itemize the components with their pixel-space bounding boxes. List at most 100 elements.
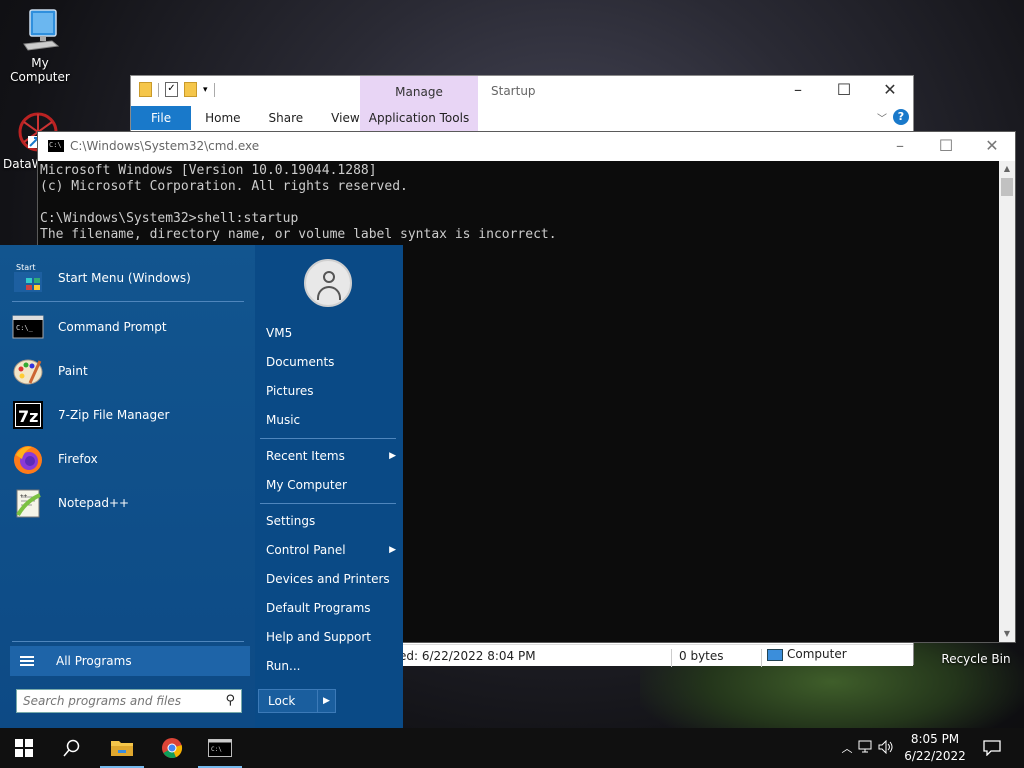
program-start-menu-windows[interactable]: Start Start Menu (Windows) [12,258,244,298]
quick-access-toolbar: ✓ ▾ [139,82,215,97]
paint-icon [13,359,43,385]
notification-icon [983,740,1001,756]
divider [761,649,762,667]
system-tray: ︿ [838,728,896,768]
menu-item-label: Recent Items [266,449,345,463]
search-input[interactable] [17,690,207,712]
network-icon[interactable] [856,740,876,757]
menu-item-control-panel[interactable]: Control Panel ▶ [266,543,396,557]
program-label: Notepad++ [58,496,130,510]
desktop-icon-recycle-bin[interactable]: Recycle Bin [938,652,1014,666]
desktop-icon-my-computer[interactable]: My Computer [0,8,80,84]
menu-item-help-support[interactable]: Help and Support [266,630,396,644]
divider [158,82,159,97]
firefox-icon [14,446,42,474]
program-label: 7-Zip File Manager [58,408,170,422]
search-icon [63,739,80,757]
windows-logo-icon [15,739,33,757]
action-center-button[interactable] [968,728,1016,768]
minimize-icon[interactable]: – [877,132,923,162]
menu-item-run[interactable]: Run... [266,659,396,673]
taskbar-search-button[interactable] [48,728,96,768]
taskbar-clock[interactable]: 8:05 PM 6/22/2022 [904,731,966,765]
search-icon[interactable]: ⚲ [225,693,235,708]
chevron-right-icon: ▶ [389,545,396,555]
command-prompt-icon: C:\ [48,140,64,152]
explorer-title-bar[interactable]: ✓ ▾ Manage Startup – ☐ ✕ [131,76,913,131]
svg-text:7z: 7z [18,407,38,426]
desktop-icon-label: Recycle Bin [941,652,1011,666]
program-7zip[interactable]: 7z 7-Zip File Manager [12,395,244,435]
taskbar-file-explorer[interactable] [98,728,146,768]
chevron-down-icon[interactable]: ﹀ [877,110,887,125]
scroll-up-icon[interactable]: ▲ [999,161,1015,177]
cmd-line: The filename, directory name, or volume … [40,227,557,242]
file-explorer-icon [111,741,133,756]
notepadpp-icon: ++ [16,489,41,518]
menu-item-pictures[interactable]: Pictures [266,384,396,398]
start-menu-places-pane: VM5 Documents Pictures Music Recent Item… [255,245,403,728]
chevron-up-icon[interactable]: ︿ [838,740,856,756]
program-firefox[interactable]: Firefox [12,439,244,479]
minimize-icon[interactable]: – [775,76,821,106]
start-menu-icon: Start [14,263,42,292]
cmd-title: C:\Windows\System32\cmd.exe [70,139,260,153]
close-icon[interactable]: ✕ [969,132,1015,162]
properties-icon[interactable]: ✓ [165,82,178,97]
list-icon [20,654,34,668]
program-notepadpp[interactable]: ++ Notepad++ [12,483,244,523]
folder-icon[interactable] [139,82,152,97]
start-menu: Start Start Menu (Windows) C:\_ Command … [0,245,403,728]
status-date-modified: ed: 6/22/2022 8:04 PM [399,649,536,663]
program-command-prompt[interactable]: C:\_ Command Prompt [12,307,244,347]
all-programs-button[interactable]: All Programs [10,646,250,676]
lock-label: Lock [268,694,296,708]
chevron-right-icon[interactable]: ▶ [317,690,335,712]
menu-item-devices-printers[interactable]: Devices and Printers [266,572,396,586]
user-head-icon [323,271,335,283]
status-size: 0 bytes [679,649,724,663]
close-icon[interactable]: ✕ [867,76,913,106]
tab-application-tools[interactable]: Application Tools [360,106,478,130]
user-body-icon [317,286,341,300]
taskbar-cmd[interactable]: C:\ [196,728,244,768]
scroll-thumb[interactable] [1001,178,1013,196]
cmd-line: C:\Windows\System32>shell:startup [40,211,299,226]
volume-icon[interactable] [876,739,896,757]
desktop-icon-label: My Computer [10,56,70,84]
menu-item-settings[interactable]: Settings [266,514,396,528]
tab-home[interactable]: Home [191,106,254,130]
taskbar: C:\ ︿ 8:05 PM 6/22/2022 [0,728,1024,768]
status-location: Computer [767,647,847,661]
maximize-icon[interactable]: ☐ [821,76,867,106]
menu-item-recent-items[interactable]: Recent Items ▶ [266,449,396,463]
start-search-box[interactable]: ⚲ [16,689,242,713]
cmd-title-bar[interactable]: C:\ C:\Windows\System32\cmd.exe – ☐ ✕ [38,132,1015,161]
lock-button[interactable]: Lock ▶ [258,689,336,713]
taskbar-chrome[interactable] [148,728,196,768]
program-paint[interactable]: Paint [12,351,244,391]
menu-item-music[interactable]: Music [266,413,396,427]
help-icon[interactable]: ? [893,109,909,125]
explorer-title: Startup [491,84,536,98]
customize-qat-icon[interactable]: ▾ [203,85,208,95]
menu-item-documents[interactable]: Documents [266,355,396,369]
program-label: Command Prompt [58,320,167,334]
manage-label: Manage [395,85,443,99]
7zip-icon: 7z [13,401,43,429]
scroll-down-icon[interactable]: ▼ [999,626,1015,642]
user-avatar[interactable] [304,259,352,307]
maximize-icon[interactable]: ☐ [923,132,969,162]
tab-share[interactable]: Share [255,106,318,130]
new-folder-icon[interactable] [184,82,197,97]
menu-item-my-computer[interactable]: My Computer [266,478,396,492]
cmd-scrollbar[interactable]: ▲ ▼ [999,161,1015,642]
cmd-line: Microsoft Windows [Version 10.0.19044.12… [40,163,377,178]
start-menu-programs-pane: Start Start Menu (Windows) C:\_ Command … [0,245,255,728]
tab-file[interactable]: File [131,106,192,130]
start-button[interactable] [0,728,48,768]
menu-item-default-programs[interactable]: Default Programs [266,601,396,615]
menu-item-user[interactable]: VM5 [266,326,396,340]
computer-icon [23,9,60,51]
divider [260,503,396,504]
